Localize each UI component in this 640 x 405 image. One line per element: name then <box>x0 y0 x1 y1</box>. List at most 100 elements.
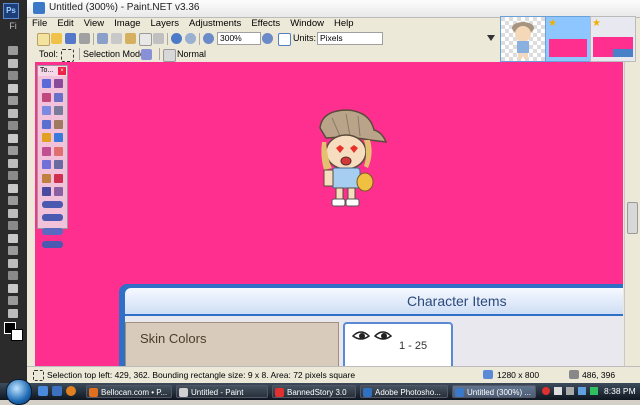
grid-icon[interactable] <box>278 33 291 46</box>
path-select-icon[interactable] <box>8 246 18 255</box>
pen-icon[interactable] <box>8 221 18 230</box>
deselect-icon[interactable] <box>153 33 164 44</box>
pan-icon[interactable] <box>54 119 63 129</box>
photoshop-toolbar: Ps Fi <box>0 0 27 383</box>
move-selected-icon[interactable] <box>54 92 63 102</box>
notes-icon[interactable] <box>8 271 18 280</box>
eraser-icon[interactable] <box>8 171 18 180</box>
network-icon[interactable] <box>554 387 562 395</box>
tools-window: To... × <box>37 65 68 248</box>
face-selector: 1 - 25 <box>343 322 453 366</box>
rounded-rectangle-icon[interactable] <box>42 214 63 221</box>
freeform-shape-icon[interactable] <box>42 241 63 248</box>
menu-file[interactable]: File <box>27 17 52 31</box>
vertical-scrollbar[interactable] <box>624 62 638 366</box>
background-color-swatch[interactable] <box>11 329 23 341</box>
open-folder-icon[interactable] <box>51 33 62 44</box>
crop-icon[interactable] <box>8 96 18 105</box>
menu-help[interactable]: Help <box>329 17 359 31</box>
rectangle-select-icon[interactable] <box>61 49 74 62</box>
undo-icon[interactable] <box>171 33 182 44</box>
stamp-icon[interactable] <box>8 146 18 155</box>
recolor-icon[interactable] <box>54 173 63 183</box>
volume-icon[interactable] <box>566 387 574 395</box>
taskbar-item-photoshop[interactable]: Adobe Photosho... <box>360 385 448 398</box>
paste-icon[interactable] <box>125 33 136 44</box>
selection-mode-icon[interactable] <box>141 49 152 60</box>
scrollbar-thumb[interactable] <box>627 202 638 234</box>
blur-icon[interactable] <box>8 196 18 205</box>
cut-icon[interactable] <box>97 33 108 44</box>
history-brush-icon[interactable] <box>8 158 18 168</box>
move-icon[interactable] <box>8 46 18 55</box>
menu-view[interactable]: View <box>79 17 109 31</box>
zoom-combo[interactable]: 300% <box>217 32 261 45</box>
rectangle-icon[interactable] <box>42 200 63 208</box>
gradient-icon[interactable] <box>8 183 18 193</box>
hand-icon[interactable] <box>8 296 18 305</box>
pencil-icon[interactable] <box>42 160 51 169</box>
eraser-icon[interactable] <box>54 146 63 156</box>
lasso-icon[interactable] <box>8 71 18 80</box>
menu-effects[interactable]: Effects <box>246 17 285 31</box>
start-button[interactable] <box>6 379 32 405</box>
gradient-icon[interactable] <box>54 133 63 142</box>
units-label: Units: <box>293 33 317 43</box>
paint-bucket-icon[interactable] <box>42 133 51 142</box>
magic-wand-icon[interactable] <box>8 83 18 93</box>
shape-icon[interactable] <box>8 258 18 268</box>
healing-icon[interactable] <box>8 121 18 130</box>
units-combo[interactable]: Pixels <box>317 32 383 45</box>
menu-adjustments[interactable]: Adjustments <box>184 17 246 31</box>
menu-window[interactable]: Window <box>285 17 329 31</box>
zoom-icon[interactable] <box>8 308 18 318</box>
menu-edit[interactable]: Edit <box>52 17 78 31</box>
switch-windows-icon[interactable] <box>52 386 62 396</box>
save-icon[interactable] <box>65 33 76 44</box>
slice-icon[interactable] <box>8 108 18 118</box>
eyedropper-icon[interactable] <box>8 283 18 293</box>
dodge-icon[interactable] <box>8 208 18 218</box>
print-icon[interactable] <box>79 33 90 44</box>
redo-icon[interactable] <box>185 33 196 44</box>
zoom-icon[interactable] <box>54 106 63 115</box>
image-canvas[interactable]: Character Items Skin Colors 1 - 25 <box>35 62 623 366</box>
taskbar-item-bellocan[interactable]: Bellocan.com • P... <box>86 385 172 398</box>
tray-icon[interactable] <box>542 387 550 395</box>
toolbar-dropdown-icon[interactable] <box>487 34 495 42</box>
ellipse-select-icon[interactable] <box>42 106 51 115</box>
firefox-quicklaunch-icon[interactable] <box>66 386 76 396</box>
close-icon[interactable]: × <box>58 67 66 75</box>
lasso-icon[interactable] <box>42 92 51 102</box>
magic-wand-icon[interactable] <box>42 119 51 129</box>
paintbrush-icon[interactable] <box>42 146 51 156</box>
move-selection-icon[interactable] <box>54 79 63 88</box>
copy-icon[interactable] <box>111 33 122 44</box>
tray-icon[interactable] <box>590 387 598 395</box>
menu-layers[interactable]: Layers <box>146 17 185 31</box>
brush-icon[interactable] <box>8 133 18 143</box>
character-sprite <box>319 109 388 207</box>
taskbar-item-paintnet[interactable]: Untitled (300%) ... <box>452 385 536 398</box>
ellipse-icon[interactable] <box>42 227 63 235</box>
crop-to-selection-icon[interactable] <box>139 33 152 46</box>
color-picker-icon[interactable] <box>54 160 63 169</box>
taskbar-item-paint[interactable]: Untitled - Paint <box>176 385 268 398</box>
menu-image[interactable]: Image <box>109 17 145 31</box>
status-text: Selection top left: 429, 362. Bounding r… <box>47 370 356 380</box>
text-icon[interactable] <box>42 187 51 196</box>
zoom-in-icon[interactable] <box>262 33 273 44</box>
marquee-icon[interactable] <box>8 58 18 68</box>
rectangle-select-icon[interactable] <box>42 79 51 88</box>
type-icon[interactable] <box>8 233 18 243</box>
taskbar-item-bannedstory[interactable]: BannedStory 3.0 <box>272 385 356 398</box>
blend-mode-value[interactable]: Normal <box>177 48 206 60</box>
clone-stamp-icon[interactable] <box>42 173 51 183</box>
show-desktop-icon[interactable] <box>38 386 48 396</box>
image-thumbnail-character[interactable] <box>500 16 546 62</box>
tray-icon[interactable] <box>578 387 586 395</box>
zoom-icon[interactable] <box>203 33 214 44</box>
antialias-icon[interactable] <box>163 49 176 62</box>
line-curve-icon[interactable] <box>54 187 63 196</box>
new-file-icon[interactable] <box>37 33 50 46</box>
